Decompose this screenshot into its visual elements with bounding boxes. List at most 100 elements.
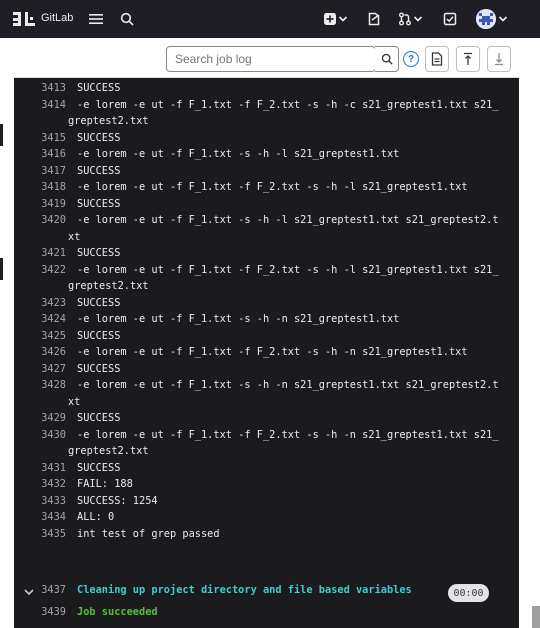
log-line-text: xt xyxy=(68,395,81,408)
log-line: 3431 SUCCESS xyxy=(14,460,519,477)
log-line: 3427 SUCCESS xyxy=(14,361,519,378)
line-number[interactable]: 3413 xyxy=(24,80,66,97)
edge-mark xyxy=(0,258,3,280)
page-gutter-right xyxy=(519,38,540,628)
line-number[interactable]: 3433 xyxy=(24,493,66,510)
line-number[interactable]: 3439 xyxy=(24,604,66,621)
log-line: 3423 SUCCESS xyxy=(14,295,519,312)
log-line: 3415 SUCCESS xyxy=(14,130,519,147)
log-line: 3425 SUCCESS xyxy=(14,328,519,345)
line-number[interactable]: 3416 xyxy=(24,146,66,163)
log-line: 3418 -e lorem -e ut -f F_1.txt -f F_2.txt… xyxy=(14,179,519,196)
log-line: 3413 SUCCESS xyxy=(14,80,519,97)
scroll-top-icon xyxy=(464,52,472,65)
line-number[interactable]: 3417 xyxy=(24,163,66,180)
job-log-toolbar: ? xyxy=(14,38,519,78)
log-line: 3419 SUCCESS xyxy=(14,196,519,213)
todo-icon[interactable] xyxy=(440,9,460,29)
log-section-cleanup[interactable]: 3437 Cleaning up project directory and f… xyxy=(14,582,519,599)
line-number[interactable]: 3420 xyxy=(24,212,66,229)
line-number[interactable]: 3434 xyxy=(24,509,66,526)
log-line-continuation: greptest2.txt xyxy=(14,113,519,130)
chevron-down-icon[interactable] xyxy=(497,9,509,29)
log-line-text: SUCCESS xyxy=(77,329,121,342)
log-line: 3416 -e lorem -e ut -f F_1.txt -s -h -l s… xyxy=(14,146,519,163)
search-button[interactable] xyxy=(375,46,399,72)
line-number[interactable]: 3427 xyxy=(24,361,66,378)
line-number[interactable]: 3432 xyxy=(24,476,66,493)
hamburger-icon[interactable] xyxy=(86,9,106,29)
log-line: 3421 SUCCESS xyxy=(14,245,519,262)
log-line-text: -e lorem -e ut -f F_1.txt -f F_2.txt -s … xyxy=(77,428,499,441)
log-line-text: FAIL: 188 xyxy=(77,478,133,490)
log-line-text: -e lorem -e ut -f F_1.txt -f F_2.txt -s … xyxy=(77,263,499,276)
line-number[interactable]: 3419 xyxy=(24,196,66,213)
log-line-text: SUCCESS xyxy=(77,247,121,259)
issues-icon[interactable] xyxy=(364,9,384,29)
show-raw-button[interactable] xyxy=(425,46,449,72)
log-line-text: SUCCESS xyxy=(77,164,121,177)
line-number[interactable]: 3415 xyxy=(24,130,66,147)
log-line-text: -e lorem -e ut -f F_1.txt -s -h -n s21_g… xyxy=(77,313,400,325)
search-icon[interactable] xyxy=(117,9,137,29)
log-line-text: -e lorem -e ut -f F_1.txt -s -h -n s21_g… xyxy=(77,379,499,391)
page-gutter-left xyxy=(0,38,14,628)
chevron-down-icon[interactable] xyxy=(412,9,424,29)
chevron-down-icon[interactable] xyxy=(337,9,349,29)
job-log-lines: 3413 SUCCESS 3414 -e lorem -e ut -f F_1.txt… xyxy=(14,80,519,542)
line-number[interactable]: 3422 xyxy=(24,262,66,279)
line-number[interactable]: 3437 xyxy=(24,582,66,599)
log-line-continuation: xt xyxy=(14,394,519,411)
log-line-final: 3439 Job succeeded xyxy=(14,604,519,621)
log-line-text: SUCCESS xyxy=(77,412,121,424)
line-number[interactable]: 3418 xyxy=(24,179,66,196)
document-icon xyxy=(431,52,443,66)
log-line-text: int test of grep passed xyxy=(77,527,220,540)
top-navigation-bar: GitLab xyxy=(0,0,540,38)
scroll-to-bottom-button[interactable] xyxy=(487,46,511,72)
log-line-text: SUCCESS xyxy=(77,461,121,474)
log-line-text: -e lorem -e ut -f F_1.txt -f F_2.txt -s … xyxy=(77,181,468,193)
line-number[interactable]: 3425 xyxy=(24,328,66,345)
log-line-text: SUCCESS xyxy=(77,296,121,309)
log-line-continuation: xt xyxy=(14,229,519,246)
log-line: 3433 SUCCESS: 1254 xyxy=(14,493,519,510)
log-line-text: -e lorem -e ut -f F_1.txt -s -h -l s21_g… xyxy=(77,214,499,226)
page-scrollbar-thumb[interactable] xyxy=(532,606,540,628)
log-line-text: SUCCESS xyxy=(77,197,121,210)
line-number[interactable]: 3423 xyxy=(24,295,66,312)
line-number[interactable]: 3430 xyxy=(24,427,66,444)
log-line: 3414 -e lorem -e ut -f F_1.txt -f F_2.txt… xyxy=(14,97,519,114)
log-line: 3420 -e lorem -e ut -f F_1.txt -s -h -l s… xyxy=(14,212,519,229)
log-line-text: greptest2.txt xyxy=(68,280,149,292)
log-line-text: greptest2.txt xyxy=(68,445,149,457)
search-job-log-input[interactable] xyxy=(166,46,376,72)
search-icon xyxy=(381,53,393,65)
log-line: 3426 -e lorem -e ut -f F_1.txt -f F_2.txt… xyxy=(14,344,519,361)
edge-mark xyxy=(0,124,3,146)
log-line-text: -e lorem -e ut -f F_1.txt -s -h -l s21_g… xyxy=(77,148,400,160)
gitlab-logo-icon[interactable] xyxy=(13,10,35,28)
log-line: 3435 int test of grep passed xyxy=(14,526,519,543)
line-number[interactable]: 3428 xyxy=(24,377,66,394)
line-number[interactable]: 3426 xyxy=(24,344,66,361)
log-line: 3428 -e lorem -e ut -f F_1.txt -s -h -n s… xyxy=(14,377,519,394)
log-line: 3429 SUCCESS xyxy=(14,410,519,427)
log-line-text: -e lorem -e ut -f F_1.txt -f F_2.txt -s … xyxy=(77,98,499,111)
line-number[interactable]: 3431 xyxy=(24,460,66,477)
line-number[interactable]: 3429 xyxy=(24,410,66,427)
help-icon[interactable]: ? xyxy=(403,51,419,67)
brand-name[interactable]: GitLab xyxy=(41,12,73,24)
section-duration-badge: 00:00 xyxy=(448,584,489,602)
line-number[interactable]: 3435 xyxy=(24,526,66,543)
log-line-continuation: greptest2.txt xyxy=(14,443,519,460)
avatar[interactable] xyxy=(476,9,496,29)
scroll-to-top-button[interactable] xyxy=(456,46,480,72)
section-title: Cleaning up project directory and file b… xyxy=(77,584,412,596)
scroll-bottom-icon xyxy=(495,53,503,66)
log-line-text: SUCCESS xyxy=(77,82,121,94)
log-line-text: greptest2.txt xyxy=(68,115,149,127)
line-number[interactable]: 3414 xyxy=(24,97,66,114)
line-number[interactable]: 3421 xyxy=(24,245,66,262)
line-number[interactable]: 3424 xyxy=(24,311,66,328)
